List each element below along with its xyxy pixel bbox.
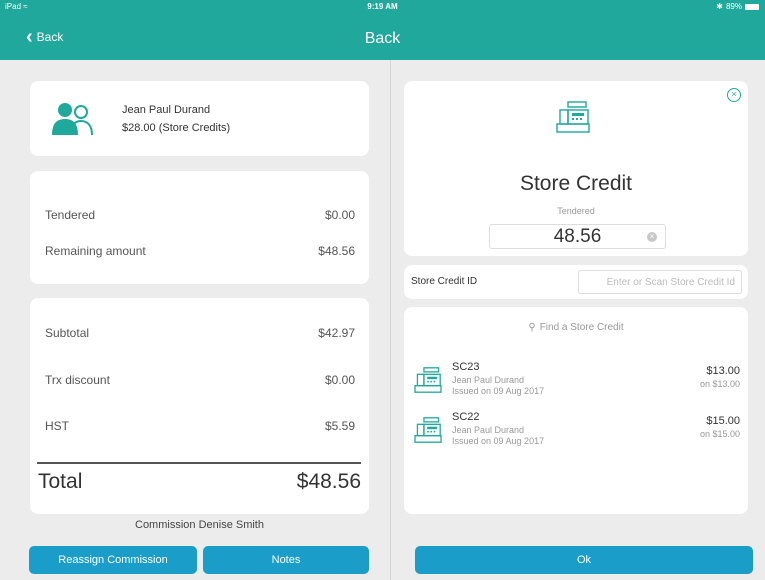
notes-button[interactable]: Notes [203,546,369,574]
battery-label: 89% [725,2,742,11]
tax-row: HST $5.59 [45,419,355,433]
list-item[interactable]: SC22 Jean Paul Durand Issued on 09 Aug 2… [414,411,740,451]
total-divider [37,462,361,464]
item-issued: Issued on 09 Aug 2017 [452,436,545,446]
search-icon: ⚲ [528,322,536,333]
clear-icon[interactable]: × [647,232,657,242]
tendered-amount-input[interactable]: 48.56 × [489,224,666,249]
store-credit-subtitle: Tendered [557,206,595,216]
column-divider [390,60,391,580]
cash-register-icon [414,367,442,393]
bluetooth-icon: ✱ [716,2,723,11]
store-credit-id-row: Store Credit ID Enter or Scan Store Cred… [404,265,748,299]
tax-value: $5.59 [324,419,355,433]
commission-label: Commission Denise Smith [135,519,264,531]
page-title: Back [364,30,401,47]
subtotal-value: $42.97 [318,326,355,340]
store-credit-title: Store Credit [519,172,633,195]
close-icon[interactable]: × [727,88,741,102]
store-credit-id-label: Store Credit ID [411,276,478,287]
tendered-amount-value: 48.56 [553,226,602,247]
tendered-row: Tendered $0.00 [45,208,355,222]
total-label: Total [38,470,83,493]
discount-value: $0.00 [324,373,355,387]
discount-row: Trx discount $0.00 [45,373,355,387]
subtotal-label: Subtotal [45,326,90,340]
total-value: $48.56 [296,470,361,493]
tendered-label: Tendered [45,208,96,222]
item-holder: Jean Paul Durand [452,375,525,385]
ok-button[interactable]: Ok [415,546,753,574]
item-holder: Jean Paul Durand [452,425,525,435]
remaining-value: $48.56 [318,244,355,258]
customer-credit: $28.00 (Store Credits) [122,122,231,134]
find-label: Find a Store Credit [539,322,624,333]
store-credit-list: ⚲ Find a Store Credit SC23 Jean Paul Dura… [404,307,748,514]
users-icon [52,103,93,135]
remaining-label: Remaining amount [45,244,146,258]
cash-register-icon [556,101,590,133]
status-bar: iPad ≈ 9:19 AM ✱ 89% [0,0,765,14]
customer-name: Jean Paul Durand [122,104,211,116]
top-bar: iPad ≈ 9:19 AM ✱ 89% ‹ Back Back [0,0,765,60]
customer-card[interactable]: Jean Paul Durand $28.00 (Store Credits) [30,81,369,156]
status-time: 9:19 AM [367,2,398,11]
list-item[interactable]: SC23 Jean Paul Durand Issued on 09 Aug 2… [414,361,740,401]
discount-label: Trx discount [45,373,110,387]
totals-card: Subtotal $42.97 Trx discount $0.00 HST $… [30,298,369,514]
reassign-commission-button[interactable]: Reassign Commission [29,546,197,574]
store-credit-card: × Store Credit Tendered 48.56 × [404,81,748,256]
item-on-amount: on $13.00 [699,379,740,389]
store-credit-id-input[interactable]: Enter or Scan Store Credit Id [578,270,742,294]
battery-icon [745,3,759,10]
item-amount: $15.00 [706,415,740,427]
tender-summary-card: Tendered $0.00 Remaining amount $48.56 [30,171,369,284]
tendered-value: $0.00 [324,208,355,222]
item-amount: $13.00 [706,365,740,377]
item-code: SC23 [452,361,480,373]
tax-label: HST [45,419,69,433]
find-store-credit-search[interactable]: ⚲ Find a Store Credit [404,322,748,333]
item-issued: Issued on 09 Aug 2017 [452,386,545,396]
total-row: Total $48.56 [38,470,361,494]
cash-register-icon [414,417,442,443]
subtotal-row: Subtotal $42.97 [45,326,355,340]
remaining-row: Remaining amount $48.56 [45,244,355,258]
status-right: ✱ 89% [716,2,759,11]
item-code: SC22 [452,411,480,423]
item-on-amount: on $15.00 [699,429,740,439]
